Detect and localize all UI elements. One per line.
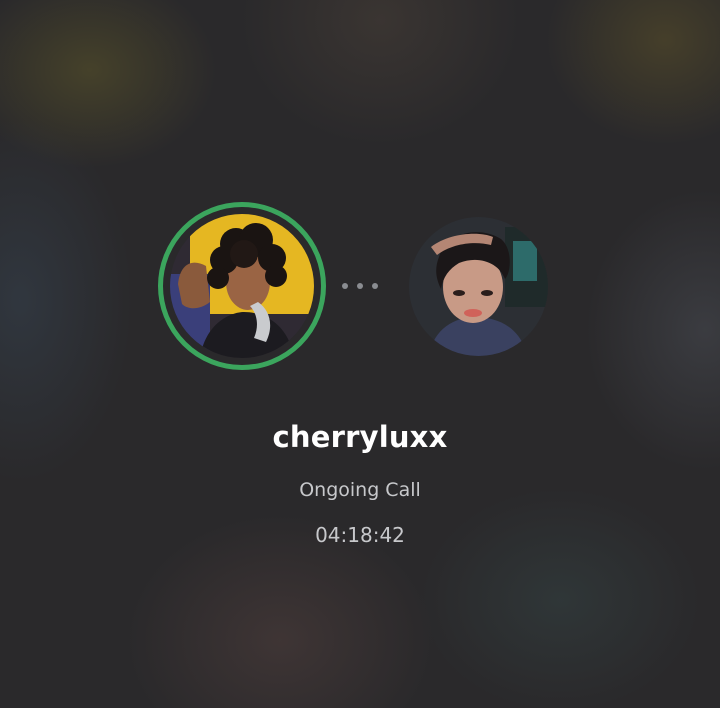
participant-avatar-right[interactable] [409, 217, 548, 356]
avatar-photo [409, 217, 548, 356]
dot [357, 283, 363, 289]
call-screen: cherryluxx Ongoing Call 04:18:42 [0, 0, 720, 708]
participant-avatar-left[interactable] [170, 214, 314, 358]
connection-dots [342, 283, 378, 289]
caller-name: cherryluxx [272, 420, 448, 454]
call-duration-timer: 04:18:42 [315, 523, 405, 547]
dot [342, 283, 348, 289]
call-status-label: Ongoing Call [299, 479, 421, 501]
dot [372, 283, 378, 289]
avatar-photo [170, 214, 314, 358]
